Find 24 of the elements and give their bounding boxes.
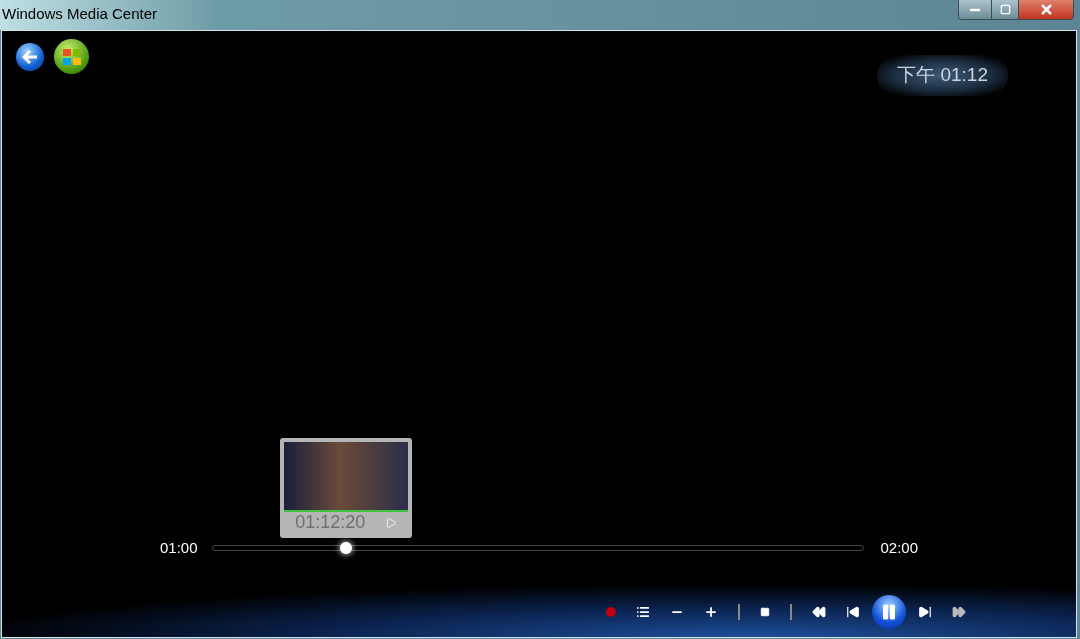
window-title: Windows Media Center: [1, 4, 158, 24]
clock: 下午 01:12: [877, 55, 1008, 96]
start-time: 01:00: [160, 537, 199, 558]
seek-thumb[interactable]: [340, 541, 353, 554]
plus-icon[interactable]: [704, 605, 718, 619]
fast-forward-icon[interactable]: [952, 605, 966, 619]
back-button[interactable]: [16, 42, 44, 71]
previous-icon[interactable]: [846, 605, 860, 619]
end-time: 02:00: [879, 537, 918, 558]
windows-logo-icon: [61, 47, 82, 66]
stop-icon[interactable]: [760, 607, 770, 617]
pause-button[interactable]: [872, 595, 906, 629]
maximize-icon: [999, 4, 1011, 15]
pause-icon: [880, 603, 898, 621]
minimize-button[interactable]: [959, 0, 992, 19]
next-icon[interactable]: [918, 605, 932, 619]
preview-time: 01:12:20: [295, 511, 366, 535]
record-button[interactable]: [606, 607, 616, 617]
rewind-icon[interactable]: [812, 605, 826, 619]
back-arrow-icon: [22, 49, 38, 64]
maximize-button[interactable]: [992, 0, 1019, 19]
list-icon[interactable]: [636, 605, 650, 619]
close-button[interactable]: [1019, 0, 1073, 19]
start-button[interactable]: [54, 39, 89, 74]
